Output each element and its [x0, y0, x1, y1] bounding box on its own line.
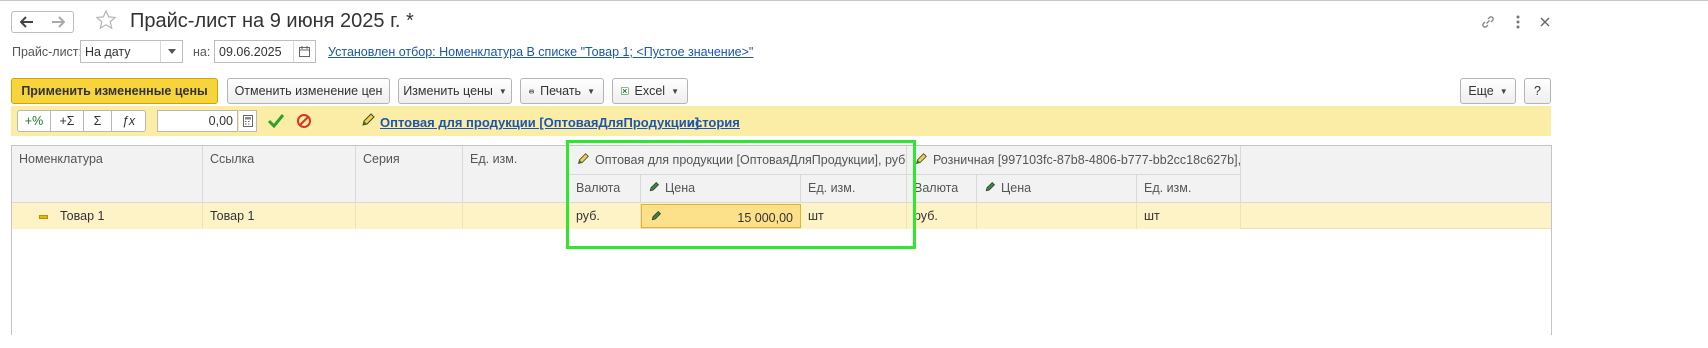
highlight-frame [566, 140, 916, 249]
history-link[interactable]: история [687, 115, 740, 130]
dropdown-arrow-icon: ▼ [498, 86, 507, 96]
pencil-icon [984, 181, 996, 196]
excel-icon [621, 87, 629, 95]
date-label: на: [193, 45, 211, 59]
column-header-nomenclature[interactable]: Номенклатура [12, 146, 203, 203]
chevron-down-icon[interactable] [160, 41, 182, 62]
dropdown-arrow-icon: ▼ [587, 86, 595, 96]
favorite-star-icon[interactable] [95, 9, 117, 34]
page-title: Прайс-лист на 9 июня 2025 г. * [130, 10, 414, 32]
print-button[interactable]: Печать ▼ [520, 78, 604, 104]
column-header-series[interactable]: Серия [356, 146, 463, 203]
close-icon[interactable] [1535, 12, 1555, 32]
price-list-label: Прайс-лист: [12, 45, 83, 59]
dropdown-arrow-icon: ▼ [1499, 86, 1508, 96]
apply-changed-prices-button[interactable]: Применить измененные цены [11, 78, 218, 104]
back-button[interactable] [11, 11, 43, 33]
help-button[interactable]: ? [1524, 78, 1551, 104]
cancel-price-change-button[interactable]: Отменить изменение цен [227, 78, 390, 104]
nomenclature-value: Товар 1 [60, 209, 105, 223]
formula-button[interactable]: ƒx [112, 110, 146, 132]
link-icon[interactable] [1478, 12, 1498, 32]
column-header-retail-unit[interactable]: Ед. изм. [1137, 175, 1241, 203]
column-header-unit[interactable]: Ед. изм. [463, 146, 569, 203]
calendar-icon[interactable] [293, 41, 315, 62]
excel-button[interactable]: Excel ▼ [612, 78, 688, 104]
excel-label: Excel [634, 84, 666, 98]
cell-nomenclature[interactable]: Товар 1 [12, 203, 203, 229]
more-button[interactable]: Еще ▼ [1460, 78, 1516, 104]
window-top-border [0, 0, 1708, 1]
cell-retail-price[interactable] [977, 203, 1137, 229]
more-vertical-icon[interactable] [1508, 12, 1528, 32]
checkmark-icon[interactable] [267, 113, 285, 132]
date-value: 09.06.2025 [219, 44, 282, 59]
header-filler [1241, 146, 1551, 203]
cell-retail-currency[interactable]: руб. [907, 203, 977, 229]
add-sum-button[interactable]: +Σ [51, 110, 84, 132]
retail-group-label: Розничная [997103fc-87b8-4806-b777-bb2cc… [933, 152, 1241, 167]
forward-button[interactable] [42, 11, 74, 33]
cell-series[interactable] [356, 203, 463, 229]
column-group-retail[interactable]: Розничная [997103fc-87b8-4806-b777-bb2cc… [907, 146, 1241, 175]
more-label: Еще [1468, 84, 1494, 98]
cancel-circle-icon[interactable] [296, 113, 312, 132]
item-marker-icon [39, 214, 48, 219]
column-header-link[interactable]: Ссылка [203, 146, 356, 203]
pencil-icon [914, 152, 928, 169]
selection-filter-link[interactable]: Установлен отбор: Номенклатура В списке … [328, 45, 753, 59]
retail-price-label: Цена [1001, 181, 1032, 195]
change-prices-button[interactable]: Изменить цены ▼ [398, 78, 512, 104]
price-list-value: На дату [85, 44, 131, 59]
set-sum-button[interactable]: Σ [84, 110, 112, 132]
date-field[interactable]: 09.06.2025 [214, 40, 316, 63]
cell-link[interactable]: Товар 1 [203, 203, 356, 229]
add-percent-button[interactable]: +% [17, 110, 51, 132]
price-type-pencil-icon [360, 112, 376, 131]
cell-unit[interactable] [463, 203, 569, 229]
amount-input[interactable]: 0,00 [157, 110, 238, 132]
column-header-retail-currency[interactable]: Валюта [907, 175, 977, 203]
change-prices-label: Изменить цены [403, 84, 493, 98]
price-type-link[interactable]: Оптовая для продукции [ОптоваяДляПродукц… [380, 115, 703, 130]
calculator-icon[interactable] [239, 110, 257, 132]
cell-retail-unit[interactable]: шт [1137, 203, 1241, 229]
price-list-select[interactable]: На дату [80, 40, 183, 63]
arrow-left-icon [20, 16, 33, 28]
print-label: Печать [540, 84, 582, 98]
dropdown-arrow-icon: ▼ [671, 86, 679, 96]
printer-icon [529, 88, 535, 94]
arrow-right-icon [51, 16, 65, 28]
column-header-retail-price[interactable]: Цена [977, 175, 1137, 203]
